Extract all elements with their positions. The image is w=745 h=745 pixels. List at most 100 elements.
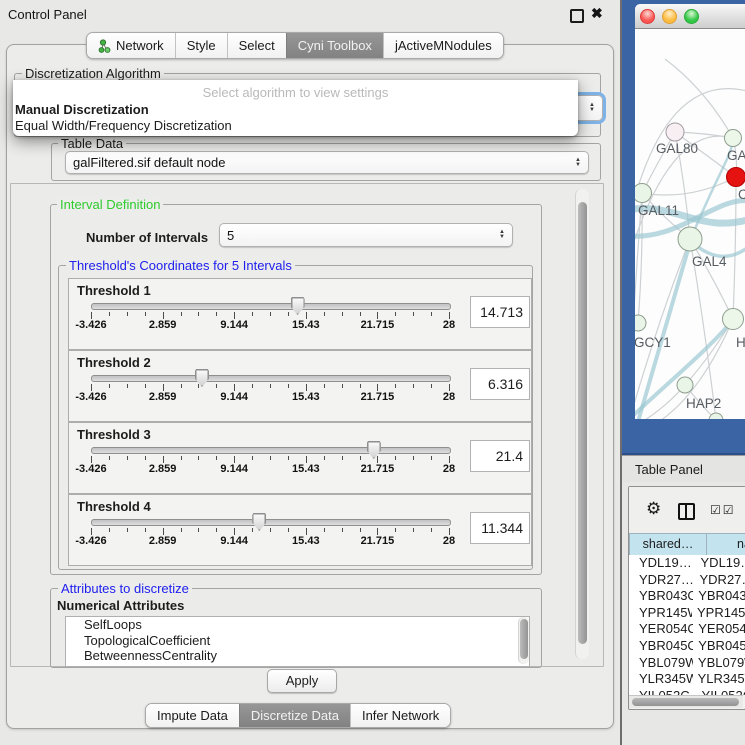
- slider-tick: [91, 312, 92, 319]
- threshold-value-field[interactable]: 6.316: [470, 368, 530, 400]
- slider-tick: [109, 528, 110, 532]
- mode-tab-discretize-data[interactable]: Discretize Data: [239, 704, 350, 727]
- close-window-icon[interactable]: [640, 9, 655, 24]
- threshold-slider-thumb[interactable]: [195, 369, 209, 387]
- table-row[interactable]: YBL079WYBL079W: [629, 655, 745, 672]
- apply-button[interactable]: Apply: [267, 669, 337, 693]
- popup-option-manual-discretization[interactable]: Manual Discretization: [15, 102, 149, 117]
- network-node[interactable]: [709, 413, 723, 419]
- slider-tick: [288, 528, 289, 532]
- combo-arrows-icon: ▲▼: [575, 158, 581, 168]
- table-row[interactable]: YER054CYER054C: [629, 621, 745, 638]
- close-panel-icon[interactable]: ✖: [591, 5, 603, 22]
- slider-tick: [234, 384, 235, 391]
- table-row[interactable]: YLR345WYLR345W: [629, 671, 745, 688]
- threshold-slider-thumb[interactable]: [367, 441, 381, 459]
- threshold-slider-thumb[interactable]: [291, 297, 305, 315]
- attributes-scrollbar[interactable]: [518, 617, 529, 664]
- column-header-name[interactable]: name: [706, 533, 745, 556]
- threshold-value-field[interactable]: 14.713: [470, 296, 530, 328]
- threshold-slider-thumb[interactable]: [252, 513, 266, 531]
- number-of-intervals-label: Number of Intervals: [86, 230, 208, 245]
- slider-tick: [109, 312, 110, 316]
- network-canvas[interactable]: GAL80GACGAL11GAL4GCY1HHAP2: [635, 29, 745, 419]
- threshold-value-field[interactable]: 11.344: [470, 512, 530, 544]
- zoom-window-icon[interactable]: [684, 9, 699, 24]
- number-of-intervals-combo[interactable]: 5 ▲▼: [219, 223, 513, 247]
- float-window-icon[interactable]: [570, 9, 584, 23]
- column-header-shared[interactable]: shared…: [629, 533, 707, 556]
- slider-tick: [395, 456, 396, 460]
- table-row[interactable]: YDL19…YDL19…: [629, 555, 745, 572]
- slider-tick: [324, 384, 325, 388]
- network-node[interactable]: [725, 130, 742, 147]
- table-row[interactable]: YPR145WYPR145W: [629, 605, 745, 622]
- popup-hint: Select algorithm to view settings: [13, 85, 578, 100]
- tab-style[interactable]: Style: [175, 33, 227, 58]
- slider-tick: [198, 456, 199, 460]
- attribute-item[interactable]: SelfLoops: [66, 617, 529, 633]
- pane-scrollbar-thumb[interactable]: [578, 202, 587, 644]
- minimize-window-icon[interactable]: [662, 9, 677, 24]
- table-row[interactable]: YDR27…YDR27…: [629, 572, 745, 589]
- cell-shared-name: YDR27…: [629, 572, 695, 589]
- network-node[interactable]: [635, 315, 646, 331]
- threshold-slider-track[interactable]: [91, 303, 451, 310]
- tab-cyni-toolbox[interactable]: Cyni Toolbox: [286, 33, 383, 58]
- bottom-tab-bar: Impute DataDiscretize DataInfer Network: [145, 703, 451, 728]
- attributes-scrollbar-thumb[interactable]: [520, 619, 528, 659]
- network-node[interactable]: [666, 123, 684, 141]
- slider-tick: [413, 528, 414, 532]
- network-node[interactable]: [678, 227, 702, 251]
- network-node[interactable]: [635, 184, 652, 203]
- split-columns-icon[interactable]: [678, 503, 695, 520]
- table-data-combo[interactable]: galFiltered.sif default node ▲▼: [65, 151, 589, 174]
- mode-tab-infer-network[interactable]: Infer Network: [350, 704, 450, 727]
- threshold-value-field[interactable]: 21.4: [470, 440, 530, 472]
- thresholds-group-title: Threshold's Coordinates for 5 Intervals: [66, 259, 295, 272]
- tab-label: jActiveMNodules: [395, 38, 492, 53]
- table-hscrollbar[interactable]: [629, 695, 743, 708]
- threshold-slider-track[interactable]: [91, 375, 451, 382]
- tab-select[interactable]: Select: [227, 33, 286, 58]
- pane-scrollbar[interactable]: [575, 189, 589, 659]
- slider-tick: [145, 384, 146, 388]
- table-hscrollbar-thumb[interactable]: [632, 698, 739, 706]
- slider-tick-label: -3.426: [75, 391, 106, 403]
- slider-tick-label: -3.426: [75, 319, 106, 331]
- combo-arrows-icon: ▲▼: [589, 103, 595, 113]
- checkbox-icons[interactable]: ☑☑: [710, 503, 736, 517]
- slider-tick-label: 15.43: [292, 319, 320, 331]
- network-node[interactable]: [677, 377, 693, 393]
- threshold-slider-track[interactable]: [91, 447, 451, 454]
- slider-tick: [413, 456, 414, 460]
- slider-tick: [109, 384, 110, 388]
- slider-tick: [306, 456, 307, 463]
- network-edge: [642, 177, 736, 195]
- slider-tick: [127, 384, 128, 388]
- popup-option-equal-width-frequency-discretization[interactable]: Equal Width/Frequency Discretization: [15, 118, 232, 133]
- attribute-item[interactable]: TopologicalCoefficient: [66, 633, 529, 649]
- attribute-item[interactable]: BetweennessCentrality: [66, 648, 529, 664]
- table-panel-title: Table Panel: [635, 462, 703, 477]
- threshold-slider-track[interactable]: [91, 519, 451, 526]
- table-row[interactable]: YBR043CYBR043C: [629, 588, 745, 605]
- mode-tab-impute-data[interactable]: Impute Data: [146, 704, 239, 727]
- table-row[interactable]: YBR045CYBR045C: [629, 638, 745, 655]
- gear-icon[interactable]: ⚙: [646, 500, 661, 517]
- tab-jactivemnodules[interactable]: jActiveMNodules: [383, 33, 503, 58]
- tab-network[interactable]: Network: [87, 33, 175, 58]
- slider-tick: [216, 456, 217, 460]
- network-node[interactable]: [727, 168, 745, 187]
- slider-tick: [288, 312, 289, 316]
- threshold-panel-4: Threshold 4-3.4262.8599.14415.4321.71528…: [68, 494, 532, 566]
- network-node[interactable]: [723, 309, 744, 330]
- slider-tick: [395, 312, 396, 316]
- slider-tick: [288, 384, 289, 388]
- slider-tick: [234, 312, 235, 319]
- cell-name: YDR27…: [695, 572, 745, 589]
- number-of-intervals-value: 5: [227, 228, 234, 243]
- slider-tick: [342, 528, 343, 532]
- numerical-attributes-list[interactable]: SelfLoopsTopologicalCoefficientBetweenne…: [65, 616, 530, 667]
- table-row[interactable]: YIL052CYIL052C: [629, 688, 745, 695]
